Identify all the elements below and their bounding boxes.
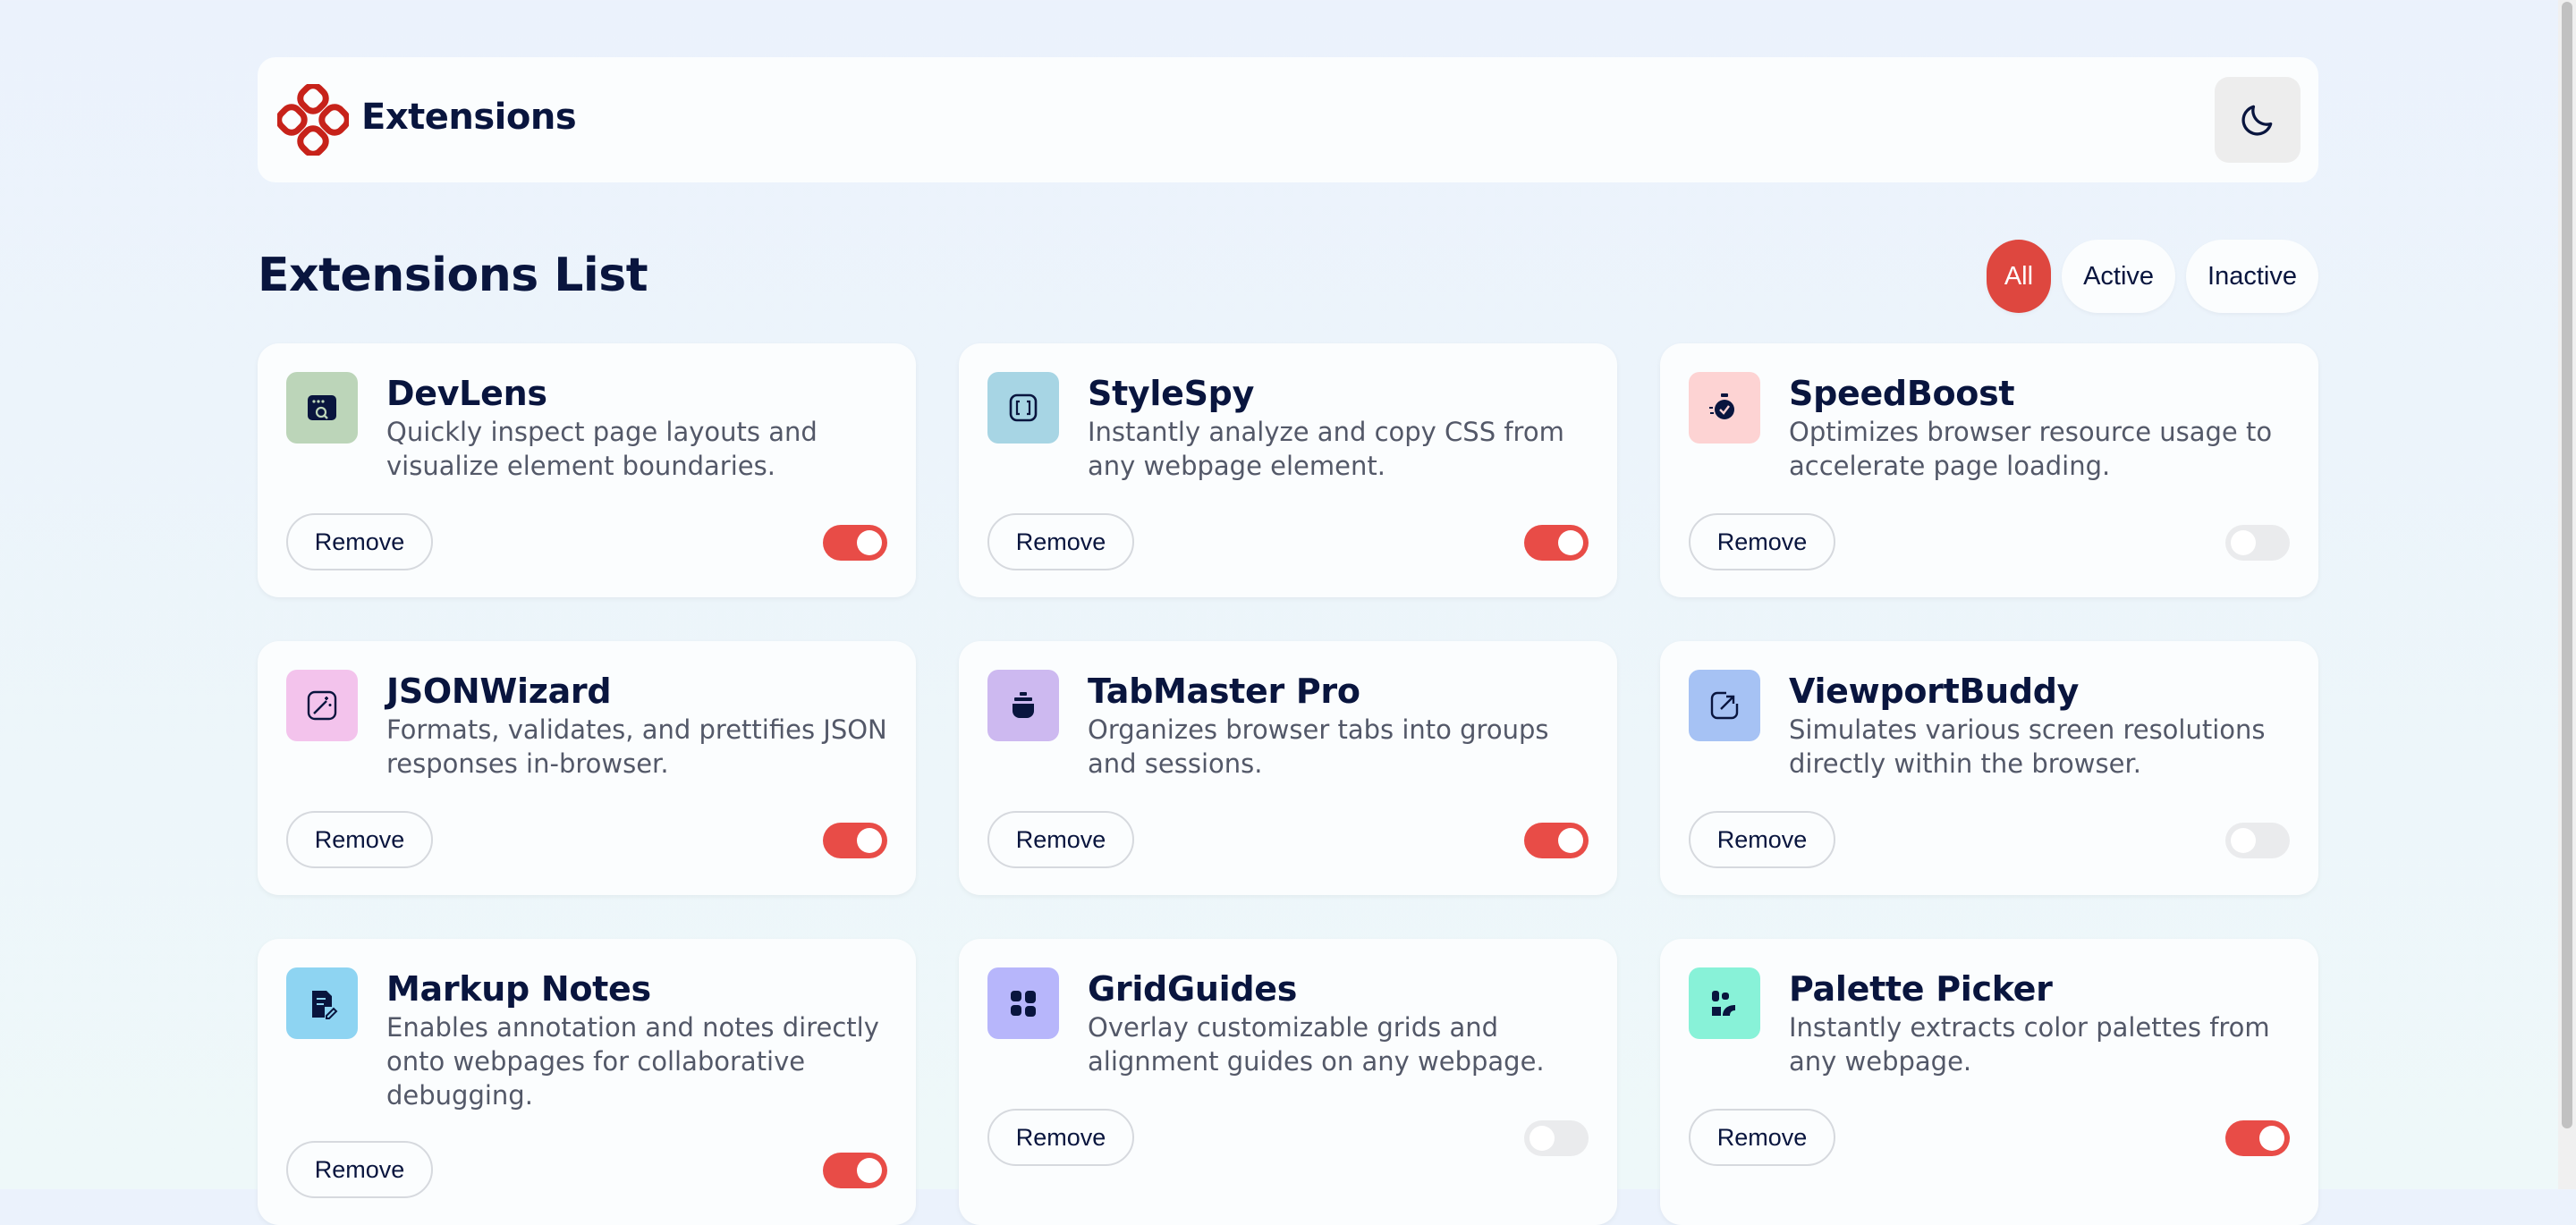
brand-title: Extensions	[361, 97, 577, 138]
extension-description: Quickly inspect page layouts and visuali…	[386, 417, 818, 481]
filter-group: All Active Inactive	[1986, 240, 2318, 313]
extensions-logo-icon	[277, 84, 349, 156]
page-title: Extensions List	[258, 249, 648, 302]
stylespy-icon	[987, 372, 1059, 444]
remove-button[interactable]: Remove	[286, 1141, 433, 1198]
app-header: Extensions	[258, 57, 2318, 182]
theme-toggle-button[interactable]	[2215, 77, 2301, 163]
extension-description: Optimizes browser resource usage to acce…	[1789, 417, 2273, 481]
speedboost-icon	[1689, 372, 1760, 444]
extension-toggle[interactable]	[2225, 1120, 2290, 1156]
extension-card: GridGuides Overlay customizable grids an…	[959, 939, 1617, 1225]
filter-inactive-button[interactable]: Inactive	[2186, 240, 2318, 313]
scrollbar-thumb[interactable]	[2562, 2, 2572, 1128]
markupnotes-icon	[286, 967, 358, 1039]
remove-button[interactable]: Remove	[987, 1109, 1134, 1166]
tabmaster-icon	[987, 670, 1059, 741]
extension-card: Markup Notes Enables annotation and note…	[258, 939, 916, 1225]
filter-all-button[interactable]: All	[1986, 240, 2052, 313]
extension-name: JSONWizard	[386, 672, 612, 711]
toggle-knob	[2231, 828, 2256, 853]
extension-card: Palette Picker Instantly extracts color …	[1660, 939, 2318, 1225]
jsonwizard-icon	[286, 670, 358, 741]
extension-card: ViewportBuddy Simulates various screen r…	[1660, 641, 2318, 895]
extension-toggle[interactable]	[823, 823, 887, 858]
remove-button[interactable]: Remove	[286, 811, 433, 868]
page-scrollbar[interactable]	[2558, 0, 2576, 1189]
extension-toggle[interactable]	[1524, 823, 1589, 858]
extension-card: SpeedBoost Optimizes browser resource us…	[1660, 343, 2318, 597]
remove-button[interactable]: Remove	[1689, 811, 1835, 868]
extension-toggle[interactable]	[823, 1153, 887, 1188]
moon-icon	[2241, 105, 2273, 136]
extension-description: Overlay customizable grids and alignment…	[1088, 1012, 1545, 1077]
extension-name: Markup Notes	[386, 969, 651, 1009]
gridguides-icon	[987, 967, 1059, 1039]
extension-card: TabMaster Pro Organizes browser tabs int…	[959, 641, 1617, 895]
extension-description: Organizes browser tabs into groups and s…	[1088, 714, 1549, 779]
filter-active-button[interactable]: Active	[2062, 240, 2176, 313]
extension-toggle[interactable]	[1524, 1120, 1589, 1156]
remove-button[interactable]: Remove	[286, 513, 433, 570]
extension-card: DevLens Quickly inspect page layouts and…	[258, 343, 916, 597]
extension-description: Formats, validates, and prettifies JSON …	[386, 714, 887, 779]
toggle-knob	[2259, 1126, 2284, 1151]
remove-button[interactable]: Remove	[987, 811, 1134, 868]
toggle-knob	[1530, 1126, 1555, 1151]
extension-name: GridGuides	[1088, 969, 1298, 1009]
extension-name: ViewportBuddy	[1789, 672, 2080, 711]
toggle-knob	[2231, 530, 2256, 555]
extension-card: JSONWizard Formats, validates, and prett…	[258, 641, 916, 895]
toggle-knob	[857, 1158, 882, 1183]
extension-toggle[interactable]	[2225, 525, 2290, 561]
palettepicker-icon	[1689, 967, 1760, 1039]
extension-name: SpeedBoost	[1789, 374, 2015, 413]
remove-button[interactable]: Remove	[987, 513, 1134, 570]
extension-name: Palette Picker	[1789, 969, 2053, 1009]
viewportbuddy-icon	[1689, 670, 1760, 741]
extension-card: StyleSpy Instantly analyze and copy CSS …	[959, 343, 1617, 597]
extension-name: TabMaster Pro	[1088, 672, 1360, 711]
devlens-icon	[286, 372, 358, 444]
remove-button[interactable]: Remove	[1689, 1109, 1835, 1166]
toggle-knob	[857, 530, 882, 555]
extension-description: Instantly analyze and copy CSS from any …	[1088, 417, 1564, 481]
extension-toggle[interactable]	[1524, 525, 1589, 561]
extension-description: Instantly extracts color palettes from a…	[1789, 1012, 2270, 1077]
extension-toggle[interactable]	[823, 525, 887, 561]
remove-button[interactable]: Remove	[1689, 513, 1835, 570]
extension-description: Simulates various screen resolutions dir…	[1789, 714, 2266, 779]
extension-name: StyleSpy	[1088, 374, 1255, 413]
extension-description: Enables annotation and notes directly on…	[386, 1012, 879, 1111]
toggle-knob	[1558, 530, 1583, 555]
toggle-knob	[1558, 828, 1583, 853]
extension-name: DevLens	[386, 374, 547, 413]
extension-toggle[interactable]	[2225, 823, 2290, 858]
toggle-knob	[857, 828, 882, 853]
